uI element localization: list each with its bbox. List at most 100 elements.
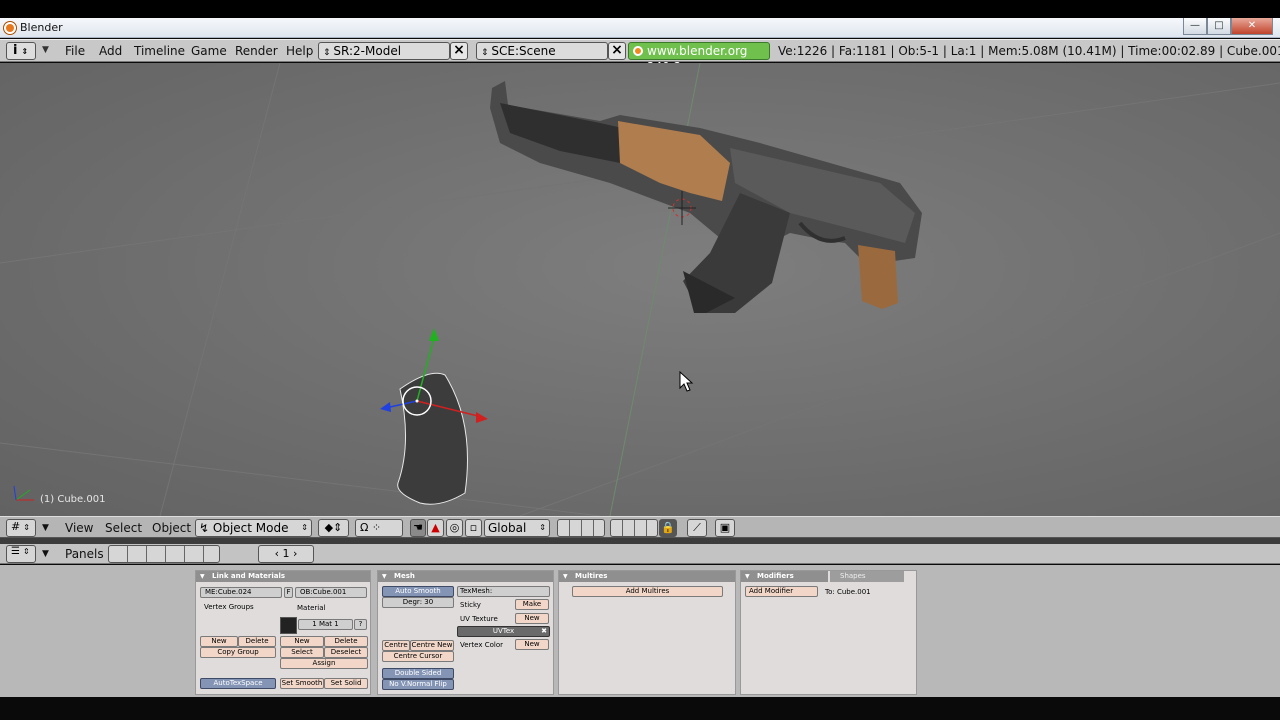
material-color-swatch[interactable] <box>280 617 297 634</box>
panels-menu[interactable]: Panels <box>65 545 104 563</box>
manipulator-toggle-icon[interactable]: ☚ <box>410 519 426 537</box>
material-index-field[interactable]: 1 Mat 1 <box>298 619 353 630</box>
collapse-menu-icon[interactable]: ▼ <box>42 545 49 563</box>
sticky-make-button[interactable]: Make <box>515 599 549 610</box>
scale-manipulator-icon[interactable]: ▫ <box>465 519 482 537</box>
viewport-scene <box>0 63 1280 516</box>
magazine-object[interactable] <box>397 372 468 505</box>
double-sided-toggle[interactable]: Double Sided <box>382 668 454 679</box>
autotexspace-toggle[interactable]: AutoTexSpace <box>200 678 276 689</box>
minimize-button[interactable]: — <box>1183 18 1207 35</box>
modifiers-tab-label: Modifiers <box>757 572 794 580</box>
centre-cursor-button[interactable]: Centre Cursor <box>382 651 454 662</box>
uv-texture-new-button[interactable]: New <box>515 613 549 624</box>
top-black-strip <box>0 0 1280 18</box>
shapes-tab-label: Shapes <box>840 572 866 580</box>
window-title: Blender <box>20 21 63 34</box>
rifle-model[interactable] <box>490 81 922 313</box>
multires-panel: Multires Add Multires <box>558 570 736 695</box>
viewport-object-info: (1) Cube.001 <box>40 494 106 505</box>
translate-manipulator-icon[interactable]: ▲ <box>427 519 444 537</box>
mesh-panel: Mesh Auto Smooth Degr: 30 TexMesh: Stick… <box>377 570 554 695</box>
layer-buttons-1[interactable] <box>557 519 605 537</box>
material-help-button[interactable]: ? <box>354 619 367 630</box>
buttons-window-header: ☰ ⇕ ▼ Panels ‹ 1 › <box>0 544 1280 564</box>
set-solid-button[interactable]: Set Solid <box>324 678 368 689</box>
orientation-label: Global <box>488 521 527 535</box>
modifier-target-label: To: Cube.001 <box>825 588 871 596</box>
menu-view[interactable]: View <box>65 519 93 537</box>
vertex-color-new-button[interactable]: New <box>515 639 549 650</box>
material-deselect-button[interactable]: Deselect <box>324 647 368 658</box>
blender-url-link[interactable]: www.blender.org 249.2 <box>628 42 770 74</box>
menu-add[interactable]: Add <box>99 44 122 58</box>
menu-select[interactable]: Select <box>105 519 142 537</box>
info-window-type-icon[interactable]: i ⇕ <box>6 42 36 60</box>
lock-layers-icon[interactable]: 🔒 <box>659 519 677 537</box>
link-and-materials-panel: Link and Materials ME:Cube.024 F OB:Cube… <box>195 570 371 695</box>
scene-stats: Ve:1226 | Fa:1181 | Ob:5-1 | La:1 | Mem:… <box>778 44 1280 58</box>
occlusion-toggle-icon[interactable]: ⟋ <box>687 519 707 537</box>
menu-render[interactable]: Render <box>235 44 278 58</box>
draw-type-selector[interactable]: ◆⇕ <box>318 519 349 537</box>
mode-label: Object Mode <box>212 521 289 535</box>
object-name-field[interactable]: OB:Cube.001 <box>295 587 367 598</box>
scene-name: SCE:Scene <box>491 44 556 58</box>
panel-title[interactable]: Link and Materials <box>196 571 370 582</box>
no-vnormal-flip-toggle[interactable]: No V.Normal Flip <box>382 679 454 690</box>
close-window-button[interactable]: ✕ <box>1231 18 1273 35</box>
scene-selector[interactable]: ⇕ SCE:Scene <box>476 42 608 60</box>
screen-selector[interactable]: ⇕ SR:2-Model <box>318 42 450 60</box>
vgroup-new-button[interactable]: New <box>200 636 238 647</box>
modifiers-tab[interactable]: Modifiers <box>741 571 828 582</box>
shapes-tab[interactable]: Shapes <box>830 571 904 582</box>
copy-group-button[interactable]: Copy Group <box>200 647 276 658</box>
bottom-black-strip <box>0 697 1280 720</box>
material-assign-button[interactable]: Assign <box>280 658 368 669</box>
auto-smooth-toggle[interactable]: Auto Smooth <box>382 586 454 597</box>
menu-game[interactable]: Game <box>191 44 227 58</box>
panel-title[interactable]: Multires <box>559 571 735 582</box>
context-buttons[interactable] <box>108 545 220 563</box>
vgroup-delete-button[interactable]: Delete <box>238 636 276 647</box>
maximize-button[interactable]: □ <box>1207 18 1231 35</box>
texmesh-field[interactable]: TexMesh: <box>457 586 550 597</box>
material-new-button[interactable]: New <box>280 636 324 647</box>
delete-scene-button[interactable]: × <box>608 42 626 60</box>
mode-selector[interactable]: ↯ Object Mode ⇕ <box>195 519 312 537</box>
collapse-menu-icon[interactable]: ▼ <box>42 45 49 55</box>
rotate-manipulator-icon[interactable]: ◎ <box>446 519 463 537</box>
orientation-selector[interactable]: Global ⇕ <box>484 519 550 537</box>
blender-logo-icon <box>4 22 16 34</box>
set-smooth-button[interactable]: Set Smooth <box>280 678 324 689</box>
centre-button[interactable]: Centre <box>382 640 410 651</box>
menu-help[interactable]: Help <box>286 44 313 58</box>
menu-object[interactable]: Object <box>152 519 191 537</box>
material-select-button[interactable]: Select <box>280 647 324 658</box>
buttons-window-type-icon[interactable]: ☰ ⇕ <box>6 545 36 563</box>
degree-field[interactable]: Degr: 30 <box>382 597 454 608</box>
add-multires-button[interactable]: Add Multires <box>572 586 723 597</box>
menu-file[interactable]: File <box>65 44 85 58</box>
panel-title[interactable]: Mesh <box>378 571 553 582</box>
centre-new-button[interactable]: Centre New <box>410 640 454 651</box>
screen-name: SR:2-Model <box>333 44 402 58</box>
pivot-selector[interactable]: Ω ⁘ <box>355 519 403 537</box>
info-header: i ⇕ ▼ File Add Timeline Game Render Help … <box>0 39 1280 74</box>
add-modifier-button[interactable]: Add Modifier <box>745 586 818 597</box>
delete-layer-icon[interactable]: ✖ <box>541 627 547 636</box>
3d-viewport[interactable]: (1) Cube.001 <box>0 63 1280 516</box>
delete-screen-button[interactable]: × <box>450 42 468 60</box>
collapse-menu-icon[interactable]: ▼ <box>42 519 49 537</box>
uvtex-layer-field[interactable]: UVTex ✖ <box>457 626 550 637</box>
frame-field[interactable]: ‹ 1 › <box>258 545 314 563</box>
menu-timeline[interactable]: Timeline <box>134 44 185 58</box>
window-type-grid-icon[interactable]: # ⇕ <box>6 519 36 537</box>
material-delete-button[interactable]: Delete <box>324 636 368 647</box>
material-label: Material <box>297 604 326 612</box>
vertex-color-label: Vertex Color <box>460 641 504 649</box>
layer-buttons-2[interactable] <box>610 519 658 537</box>
render-preview-icon[interactable]: ▣ <box>715 519 735 537</box>
fake-user-toggle[interactable]: F <box>284 587 293 598</box>
mesh-datablock-field[interactable]: ME:Cube.024 <box>200 587 282 598</box>
